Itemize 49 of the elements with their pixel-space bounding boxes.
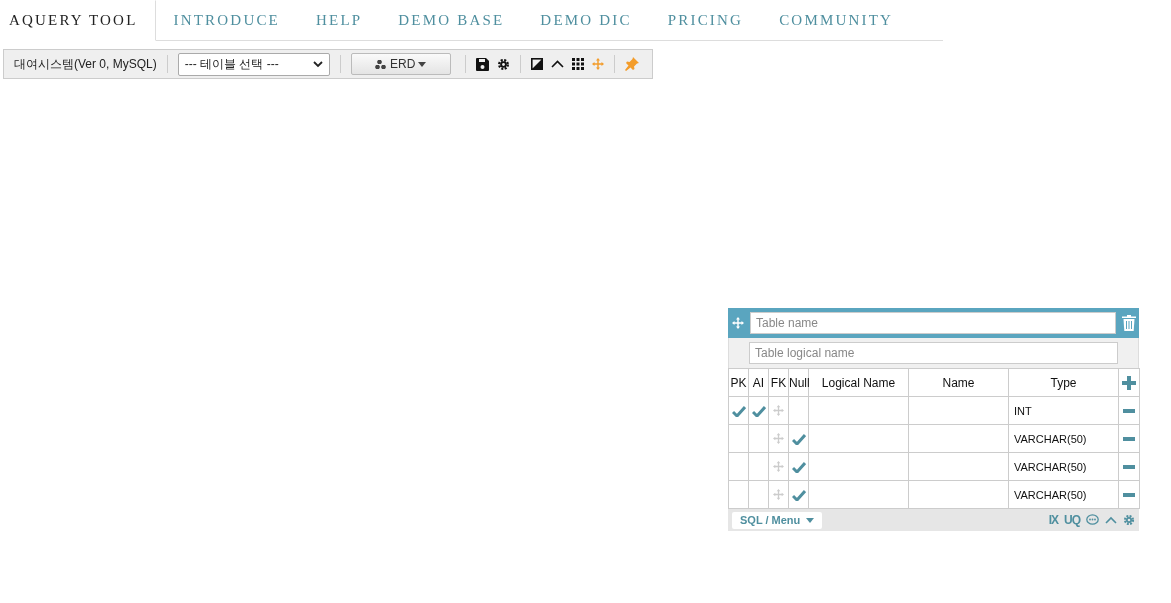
unique-button[interactable]: UQ [1064,513,1080,527]
sql-menu-button[interactable]: SQL / Menu [732,511,823,529]
check-icon[interactable] [791,432,806,445]
erd-button[interactable]: ERD [350,53,451,75]
chevron-up-icon[interactable] [550,60,564,68]
image-icon[interactable] [530,58,543,70]
index-button[interactable]: IX [1048,513,1058,527]
nav-tab[interactable]: DEMO BASE [380,0,523,41]
settings-icon[interactable] [496,57,510,71]
minus-icon[interactable] [1123,436,1135,441]
plus-icon[interactable] [1122,375,1136,390]
column-header: PK [728,368,749,397]
check-icon[interactable] [791,460,806,473]
nav-tab[interactable]: DEMO DIC [522,0,650,41]
nav-tab[interactable]: COMMUNITY [761,0,912,41]
chevron-down-icon[interactable] [312,60,323,68]
project-label: 대여시스템(Ver 0, MySQL) [14,55,157,73]
nav-tab[interactable]: AQUERY TOOL [0,0,156,41]
minus-icon[interactable] [1123,464,1135,469]
cubes-icon[interactable] [375,58,387,70]
table-name-field[interactable]: Table name [750,312,1116,334]
column-header: Name [908,368,1009,397]
column-header: AI [748,368,769,397]
check-icon[interactable] [791,488,806,501]
column-header: Type [1008,368,1119,397]
grid-icon[interactable] [571,58,584,70]
check-icon[interactable] [751,404,766,417]
type-cell: VARCHAR(50) [1014,488,1087,501]
table-logical-name-field[interactable]: Table logical name [749,342,1118,364]
trash-icon[interactable] [1122,315,1136,331]
pin-icon[interactable] [624,57,639,71]
type-cell: VARCHAR(50) [1014,460,1087,473]
table-select[interactable]: --- 테이블 선택 --- [177,52,330,76]
nav-tab[interactable]: HELP [298,0,381,41]
type-cell: INT [1014,404,1032,417]
nav-tab[interactable]: PRICING [649,0,762,41]
minus-icon[interactable] [1123,408,1135,413]
type-cell: VARCHAR(50) [1014,432,1087,445]
save-icon[interactable] [475,57,489,71]
check-icon[interactable] [731,404,746,417]
move-icon[interactable] [591,58,604,70]
nav-tab[interactable]: INTRODUCE [155,0,298,41]
column-header: Null [788,368,809,397]
column-header: FK [768,368,789,397]
caret-down-icon[interactable] [418,61,427,67]
comment-icon[interactable] [1086,514,1099,526]
minus-icon[interactable] [1123,492,1135,497]
column-header: Logical Name [808,368,909,397]
move-icon[interactable] [732,317,744,329]
